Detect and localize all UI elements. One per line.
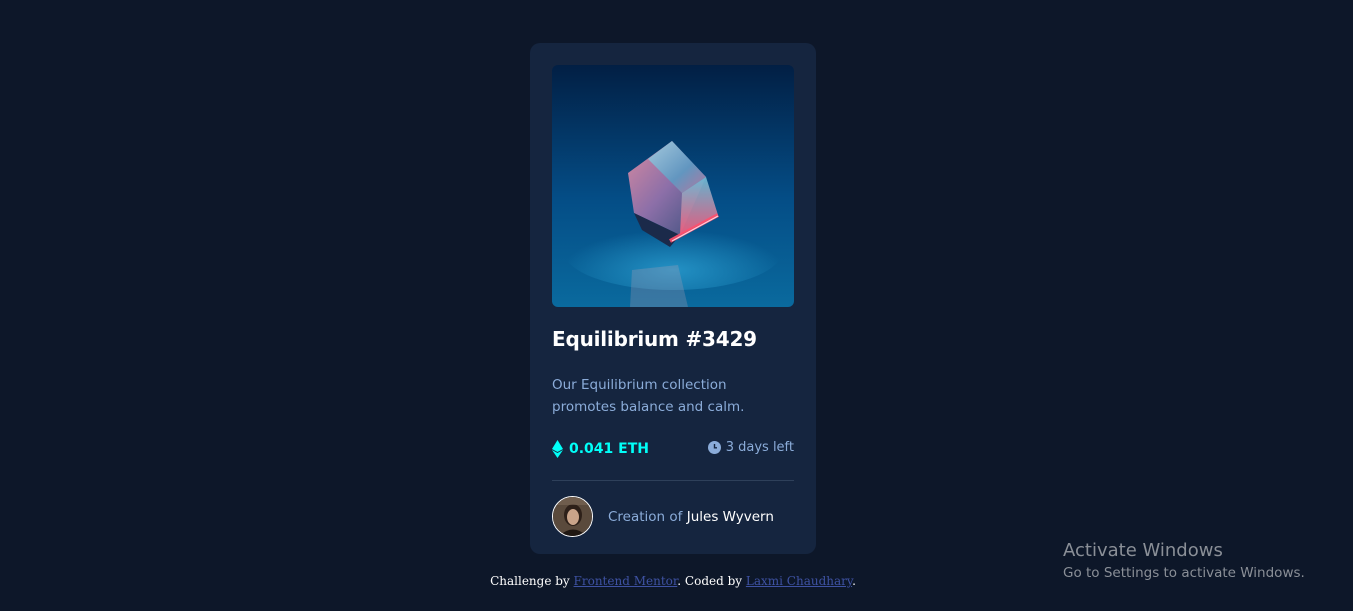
watermark-title: Activate Windows (1063, 540, 1223, 561)
divider (552, 480, 794, 481)
cube-illustration (552, 65, 794, 307)
nft-description: Our Equilibrium collection promotes bala… (552, 377, 745, 415)
time-left-label: 3 days left (725, 440, 794, 455)
attribution-middle: . Coded by (677, 574, 746, 588)
creator-row: Creation of Jules Wyvern (552, 496, 774, 537)
activate-windows-watermark: Activate Windows Go to Settings to activ… (1063, 540, 1305, 583)
frontend-mentor-link[interactable]: Frontend Mentor (574, 574, 678, 588)
price: 0.041 ETH (552, 440, 649, 458)
time-left: 3 days left (707, 440, 794, 455)
ethereum-icon (552, 440, 563, 458)
creator-name-link[interactable]: Jules Wyvern (687, 509, 774, 525)
avatar (552, 496, 593, 537)
nft-preview-card: Equilibrium #3429 Our Equilibrium collec… (530, 43, 816, 554)
attribution-suffix: . (852, 574, 856, 588)
nft-title[interactable]: Equilibrium #3429 (552, 327, 757, 351)
nft-image[interactable] (552, 65, 794, 307)
author-link[interactable]: Laxmi Chaudhary (746, 574, 852, 588)
stats-row: 0.041 ETH 3 days left (552, 440, 794, 462)
attribution-prefix: Challenge by (490, 574, 574, 588)
creator-prefix: Creation of (608, 508, 687, 525)
clock-icon (707, 441, 721, 454)
creator-text: Creation of Jules Wyvern (608, 509, 774, 525)
price-label: 0.041 ETH (569, 441, 649, 457)
watermark-subtitle: Go to Settings to activate Windows. (1063, 565, 1305, 581)
